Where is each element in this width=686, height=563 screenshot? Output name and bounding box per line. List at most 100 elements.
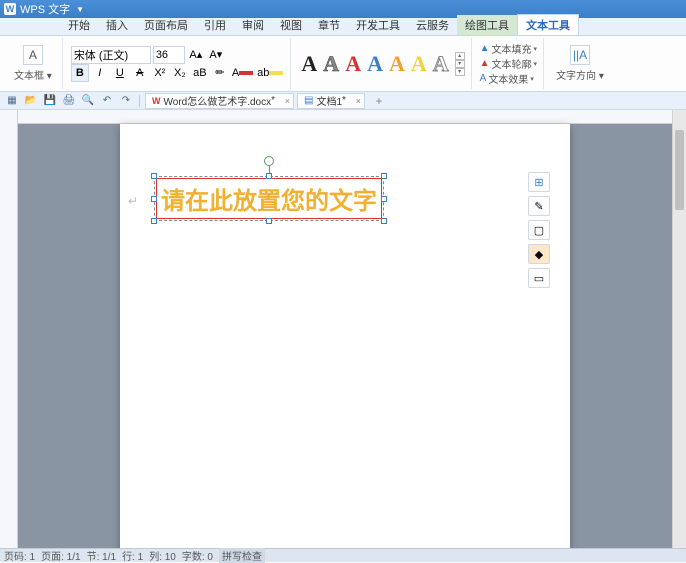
wordart-gallery-expand[interactable]: ▴ ▾ ▾ xyxy=(455,52,465,76)
strikethrough-button[interactable]: A xyxy=(131,64,149,82)
wordart-style-2[interactable]: A xyxy=(321,51,341,77)
word-doc-icon: W xyxy=(152,96,161,106)
text-direction-icon: ||A xyxy=(570,45,590,65)
textbox-icon: A xyxy=(23,45,43,65)
wordart-style-4[interactable]: A xyxy=(365,51,385,77)
float-edit-icon[interactable]: ✎ xyxy=(528,196,550,216)
tab-review[interactable]: 审阅 xyxy=(234,15,272,35)
status-line: 行: 1 xyxy=(122,548,143,563)
status-bar: 页码: 1 页面: 1/1 节: 1/1 行: 1 列: 10 字数: 0 拼写… xyxy=(0,548,686,562)
document-tab-2[interactable]: ▤ 文档1 * × xyxy=(297,93,365,109)
gallery-down-icon[interactable]: ▾ xyxy=(455,60,465,68)
add-tab-button[interactable]: + xyxy=(372,94,386,108)
wordart-style-7[interactable]: A xyxy=(431,51,451,77)
text-outline-icon: ▲ xyxy=(480,58,490,69)
italic-button[interactable]: I xyxy=(91,64,109,82)
horizontal-ruler[interactable] xyxy=(18,110,672,124)
save-icon[interactable]: 💾 xyxy=(42,94,58,108)
tab-references[interactable]: 引用 xyxy=(196,15,234,35)
decrease-font-button[interactable]: A▾ xyxy=(207,46,225,64)
tab-section[interactable]: 章节 xyxy=(310,15,348,35)
highlight-button[interactable]: ab xyxy=(256,64,284,82)
separator xyxy=(139,95,140,107)
doc-icon: ▤ xyxy=(304,95,313,106)
resize-handle-tl[interactable] xyxy=(151,173,157,179)
text-outline-button[interactable]: ▲ 文本轮廓▾ xyxy=(480,56,537,71)
quick-access-bar: ▦ 📂 💾 🖨 🔍 ↶ ↷ W Word怎么做艺术字.docx * × ▤ 文档… xyxy=(0,92,686,110)
tab-view[interactable]: 视图 xyxy=(272,15,310,35)
tab-page-layout[interactable]: 页面布局 xyxy=(136,15,196,35)
resize-handle-br[interactable] xyxy=(381,218,387,224)
resize-handle-mr[interactable] xyxy=(381,196,387,202)
status-page-count[interactable]: 页面: 1/1 xyxy=(41,548,80,563)
resize-handle-tm[interactable] xyxy=(266,173,272,179)
close-tab-icon[interactable]: × xyxy=(285,96,290,106)
undo-icon[interactable]: ↶ xyxy=(99,94,115,108)
clear-format-button[interactable]: ✏ xyxy=(211,64,229,82)
font-name-select[interactable] xyxy=(71,46,151,64)
text-direction-button[interactable]: ||A 文字方向 ▾ xyxy=(552,43,608,84)
float-wrap-icon[interactable]: ▢ xyxy=(528,220,550,240)
tab-drawing-tools[interactable]: 绘图工具 xyxy=(457,15,517,35)
text-effects-button[interactable]: A 文本效果▾ xyxy=(480,71,537,86)
resize-handle-bl[interactable] xyxy=(151,218,157,224)
increase-font-button[interactable]: A▴ xyxy=(187,46,205,64)
wordart-style-5[interactable]: A xyxy=(387,51,407,77)
tab-developer[interactable]: 开发工具 xyxy=(348,15,408,35)
tab-home[interactable]: 开始 xyxy=(60,15,98,35)
text-fill-icon: ▲ xyxy=(480,43,490,54)
resize-handle-ml[interactable] xyxy=(151,196,157,202)
redo-icon[interactable]: ↷ xyxy=(118,94,134,108)
vertical-scrollbar[interactable] xyxy=(672,110,686,548)
page[interactable]: ↵ 请在此放置您的文字 ⊞ ✎ ▢ xyxy=(120,124,570,548)
print-preview-icon[interactable]: 🔍 xyxy=(80,94,96,108)
superscript-button[interactable]: X² xyxy=(151,64,169,82)
font-color-button[interactable]: A xyxy=(231,64,254,82)
underline-button[interactable]: U xyxy=(111,64,129,82)
tab-cloud[interactable]: 云服务 xyxy=(408,15,457,35)
print-icon[interactable]: 🖨 xyxy=(61,94,77,108)
open-icon[interactable]: 📂 xyxy=(23,94,39,108)
bold-button[interactable]: B xyxy=(71,64,89,82)
doc-tab-1-label: Word怎么做艺术字.docx xyxy=(164,93,272,108)
document-area[interactable]: ↵ 请在此放置您的文字 ⊞ ✎ ▢ xyxy=(18,110,672,548)
close-tab-icon[interactable]: × xyxy=(356,96,361,106)
vertical-ruler[interactable] xyxy=(0,110,18,548)
text-effects-icon: A xyxy=(480,73,487,84)
wordart-text[interactable]: 请在此放置您的文字 xyxy=(156,178,382,219)
resize-handle-tr[interactable] xyxy=(381,173,387,179)
wordart-object[interactable]: 请在此放置您的文字 xyxy=(154,176,384,221)
char-scale-button[interactable]: aB xyxy=(191,64,209,82)
ribbon-group-font: A▴ A▾ B I U A X² X₂ aB ✏ A ab xyxy=(65,38,292,89)
gallery-up-icon[interactable]: ▴ xyxy=(455,52,465,60)
doc-tab-2-label: 文档1 xyxy=(316,93,342,108)
tab-text-tools[interactable]: 文本工具 xyxy=(517,14,579,35)
subscript-button[interactable]: X₂ xyxy=(171,64,189,82)
wordart-style-1[interactable]: A xyxy=(299,51,319,77)
resize-handle-bm[interactable] xyxy=(266,218,272,224)
document-tab-1[interactable]: W Word怎么做艺术字.docx * × xyxy=(145,93,294,109)
float-layout-icon[interactable]: ⊞ xyxy=(528,172,550,192)
float-fill-icon[interactable]: ◆ xyxy=(528,244,550,264)
font-size-select[interactable] xyxy=(153,46,185,64)
gallery-more-icon[interactable]: ▾ xyxy=(455,68,465,76)
wordart-style-3[interactable]: A xyxy=(343,51,363,77)
rotate-handle[interactable] xyxy=(264,156,274,166)
new-doc-icon[interactable]: ▦ xyxy=(4,94,20,108)
text-box-frame[interactable]: 请在此放置您的文字 xyxy=(154,176,384,221)
wordart-style-6[interactable]: A xyxy=(409,51,429,77)
status-page-num[interactable]: 页码: 1 xyxy=(4,548,35,563)
status-char-count[interactable]: 字数: 0 xyxy=(182,548,213,563)
ribbon-group-wordart-gallery: A A A A A A A ▴ ▾ ▾ xyxy=(293,38,471,89)
tab-insert[interactable]: 插入 xyxy=(98,15,136,35)
app-logo-icon: W xyxy=(4,3,16,15)
app-menu-dropdown-icon[interactable]: ▼ xyxy=(76,5,84,14)
status-spellcheck[interactable]: 拼写检查 xyxy=(219,548,265,563)
scroll-thumb[interactable] xyxy=(675,130,684,210)
status-section[interactable]: 节: 1/1 xyxy=(87,548,116,563)
text-fill-button[interactable]: ▲ 文本填充▾ xyxy=(480,41,537,56)
ribbon-group-textbox: A 文本框 ▾ xyxy=(4,38,63,89)
textbox-button[interactable]: A 文本框 ▾ xyxy=(10,43,56,84)
paragraph-mark-icon: ↵ xyxy=(128,194,138,208)
float-outline-icon[interactable]: ▭ xyxy=(528,268,550,288)
